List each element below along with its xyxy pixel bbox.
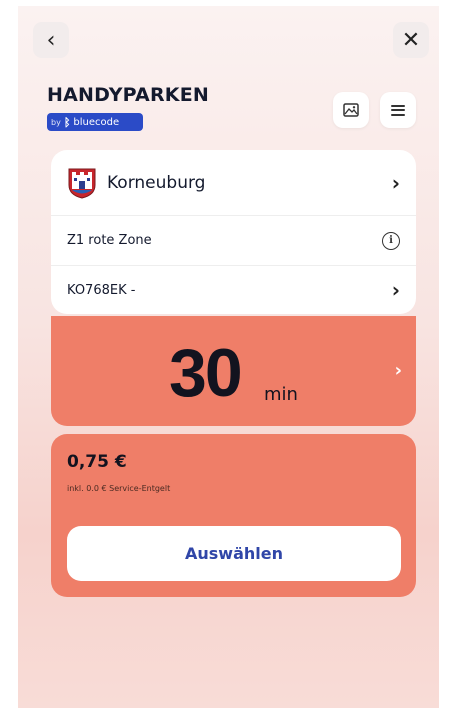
chevron-right-icon: › bbox=[391, 278, 400, 302]
license-plate-selector[interactable]: KO768EK - › bbox=[51, 266, 416, 314]
service-fee-note: inkl. 0.0 € Service-Entgelt bbox=[67, 484, 171, 493]
chevron-right-icon: › bbox=[394, 360, 402, 381]
app-screen: ‹ ✕ HANDYPARKEN by ᛒ bluecode Korneuburg… bbox=[18, 6, 439, 708]
image-button[interactable] bbox=[333, 92, 369, 128]
bluecode-brand-badge: by ᛒ bluecode bbox=[47, 113, 143, 131]
city-name: Korneuburg bbox=[107, 172, 206, 193]
select-button[interactable]: Auswählen bbox=[67, 526, 401, 581]
city-crest-icon bbox=[68, 168, 96, 199]
app-title: HANDYPARKEN bbox=[47, 84, 209, 106]
price-amount: 0,75 € bbox=[67, 452, 127, 472]
duration-selector[interactable]: 30 min › bbox=[51, 316, 416, 426]
brand-by-label: by bbox=[51, 117, 61, 127]
duration-value: 30 bbox=[169, 335, 243, 411]
bluecode-logo-icon: ᛒ bbox=[63, 115, 71, 129]
image-icon bbox=[343, 103, 359, 117]
brand-name: bluecode bbox=[73, 116, 120, 128]
back-button[interactable]: ‹ bbox=[33, 22, 69, 58]
chevron-right-icon: › bbox=[391, 170, 400, 195]
city-selector[interactable]: Korneuburg › bbox=[51, 150, 416, 216]
zone-row[interactable]: Z1 rote Zone i bbox=[51, 216, 416, 266]
chevron-left-icon: ‹ bbox=[46, 27, 56, 53]
license-plate-label: KO768EK - bbox=[67, 282, 136, 298]
price-panel: 0,75 € inkl. 0.0 € Service-Entgelt Auswä… bbox=[51, 434, 416, 597]
close-button[interactable]: ✕ bbox=[393, 22, 429, 58]
parking-details-card: Korneuburg › Z1 rote Zone i KO768EK - › bbox=[51, 150, 416, 314]
duration-unit: min bbox=[264, 384, 298, 405]
info-icon[interactable]: i bbox=[382, 231, 400, 250]
close-icon: ✕ bbox=[401, 27, 421, 53]
menu-button[interactable] bbox=[380, 92, 416, 128]
menu-icon bbox=[391, 104, 405, 116]
zone-label: Z1 rote Zone bbox=[67, 233, 152, 248]
